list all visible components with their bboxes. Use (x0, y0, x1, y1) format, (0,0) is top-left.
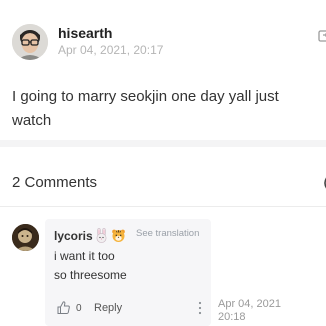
poster-username[interactable]: hisearth (58, 24, 112, 42)
comment-text-line-2: so threesome (54, 268, 127, 282)
comments-count-heading: 2 Comments (12, 174, 98, 191)
more-options-icon[interactable] (198, 300, 202, 316)
commenter-avatar[interactable] (12, 224, 39, 251)
post-timestamp: Apr 04, 2021, 20:17 (58, 43, 164, 57)
see-translation-link[interactable]: See translation (136, 228, 199, 240)
section-divider (0, 140, 326, 147)
tiger-emoji-icon (112, 229, 125, 242)
comment-date: Apr 04, 2021 (218, 298, 281, 310)
poster-avatar-image (12, 24, 48, 60)
comment-timestamp: Apr 04, 2021 20:18 (218, 298, 298, 324)
post-detail-screen: hisearth Apr 04, 2021, 20:17 I going to … (0, 0, 326, 326)
rabbit-emoji-icon (96, 228, 107, 243)
comment-text-line-1: i want it too (54, 249, 115, 263)
commenter-username[interactable]: lycoris (54, 229, 93, 243)
comment-time: 20:18 (218, 311, 246, 323)
like-count: 0 (76, 303, 82, 314)
reply-button[interactable]: Reply (94, 302, 122, 315)
commenter-avatar-image (12, 224, 39, 251)
sort-icon[interactable] (320, 175, 326, 191)
comments-divider (0, 206, 326, 207)
poster-avatar[interactable] (12, 24, 48, 60)
post-body: I going to marry seokjin one day yall ju… (12, 88, 279, 129)
like-thumb-icon[interactable] (56, 300, 71, 315)
share-icon[interactable] (318, 29, 326, 43)
